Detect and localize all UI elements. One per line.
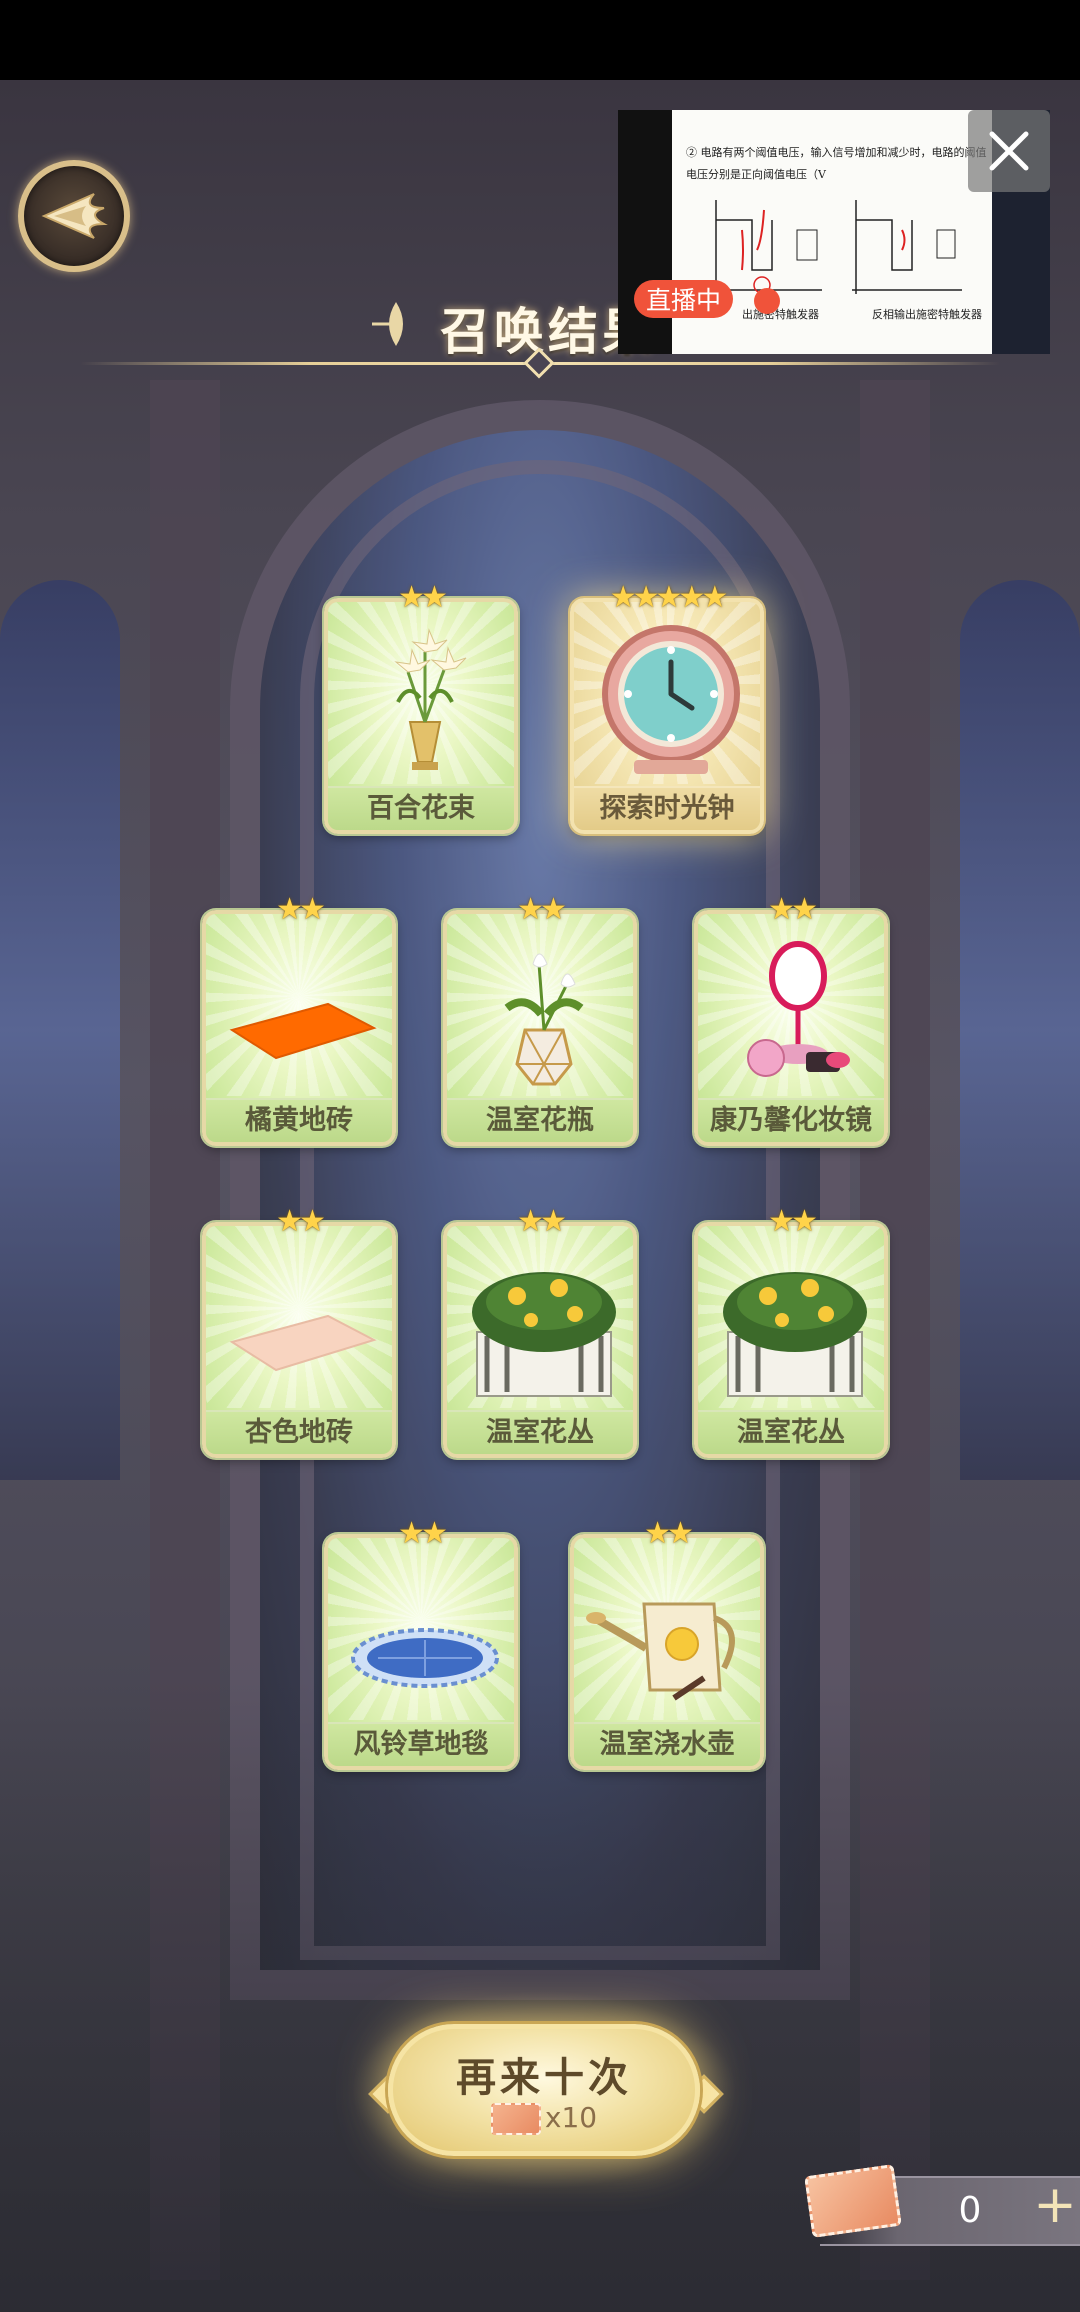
star-rating: ★★	[276, 1204, 326, 1239]
close-icon	[989, 131, 1029, 171]
reward-card[interactable]: ★★ 橘黄地砖	[202, 892, 396, 1146]
wing-back-icon	[41, 193, 108, 239]
circuit-diagram	[712, 200, 962, 294]
exploration-clock-icon	[602, 625, 740, 774]
card-label: 温室花丛	[447, 1410, 633, 1454]
add-ticket-button[interactable]: +	[1030, 2179, 1080, 2232]
live-stream-window[interactable]: ② 电路有两个阈值电压，输入信号增加和减少时，电路的阈值 电压分别是正向阈值电压…	[618, 110, 1050, 354]
background-scene	[0, 80, 1080, 2312]
greenhouse-bush-icon	[472, 1272, 616, 1397]
reward-card[interactable]: ★★ 康乃馨化妆镜	[694, 892, 888, 1146]
reward-card[interactable]: ★★ 温室花丛	[694, 1204, 888, 1458]
star-rating: ★★	[768, 892, 818, 927]
summon-again-label: 再来十次	[456, 2054, 632, 2101]
stained-window	[0, 580, 120, 1480]
close-live-button[interactable]	[968, 110, 1050, 192]
summon-ticket-icon	[490, 2103, 541, 2135]
slide-text-line: 出施密特触发器	[742, 308, 819, 321]
card-label: 温室花瓶	[447, 1098, 633, 1142]
stained-window	[960, 580, 1080, 1480]
slide-text-line: 电压分别是正向阈值电压（V	[686, 168, 826, 181]
status-bar	[0, 0, 1080, 80]
apricot-tile-icon	[229, 1314, 377, 1372]
star-rating: ★★	[517, 892, 567, 927]
star-rating: ★★	[276, 892, 326, 927]
reward-card[interactable]: ★★ 温室花瓶	[443, 892, 637, 1146]
greenhouse-vase-icon	[504, 953, 584, 1086]
card-label: 温室浇水壶	[574, 1722, 760, 1766]
card-label: 探索时光钟	[574, 786, 760, 830]
carnation-mirror-icon	[747, 941, 850, 1077]
live-badge: 直播中	[634, 280, 734, 318]
card-label: 杏色地砖	[206, 1410, 392, 1454]
reward-card[interactable]: ★★ 温室浇水壶	[570, 1516, 764, 1770]
reward-card[interactable]: ★★★★★ 探索时光钟	[570, 580, 764, 834]
greenhouse-bush-icon	[723, 1272, 867, 1397]
card-label: 百合花束	[328, 786, 514, 830]
summon-cost-value: x10	[544, 2101, 598, 2134]
lily-bouquet-icon	[394, 628, 467, 770]
card-label: 康乃馨化妆镜	[698, 1098, 884, 1142]
star-rating: ★★	[517, 1204, 567, 1239]
bluebell-rug-icon	[351, 1628, 499, 1688]
slide-text-line: 反相输出施密特触发器	[872, 308, 982, 321]
live-indicator-dot	[754, 288, 780, 314]
watering-can-icon	[586, 1602, 735, 1701]
summon-again-button[interactable]: 再来十次 x10	[388, 2024, 700, 2156]
slide-text-line: ② 电路有两个阈值电压，输入信号增加和减少时，电路的阈值	[686, 146, 987, 159]
reward-card[interactable]: ★★ 温室花丛	[443, 1204, 637, 1458]
star-rating: ★★	[398, 580, 448, 615]
card-label: 橘黄地砖	[206, 1098, 392, 1142]
star-rating: ★★	[768, 1204, 818, 1239]
orange-tile-icon	[229, 1002, 377, 1060]
card-label: 风铃草地毯	[328, 1722, 514, 1766]
back-button[interactable]	[18, 160, 130, 272]
reward-card[interactable]: ★★ 杏色地砖	[202, 1204, 396, 1458]
card-label: 温室花丛	[698, 1410, 884, 1454]
ticket-count: 0	[958, 2190, 982, 2231]
reward-card[interactable]: ★★ 百合花束	[324, 580, 518, 834]
summon-ticket-icon	[804, 2164, 902, 2238]
leaf-ornament-icon	[372, 302, 403, 346]
star-rating: ★★	[644, 1516, 694, 1551]
summon-cost: x10	[393, 2101, 695, 2135]
reward-card[interactable]: ★★ 风铃草地毯	[324, 1516, 518, 1770]
lecture-slide: ② 电路有两个阈值电压，输入信号增加和减少时，电路的阈值 电压分别是正向阈值电压…	[672, 110, 992, 354]
star-rating: ★★★★★	[609, 580, 728, 615]
star-rating: ★★	[398, 1516, 448, 1551]
